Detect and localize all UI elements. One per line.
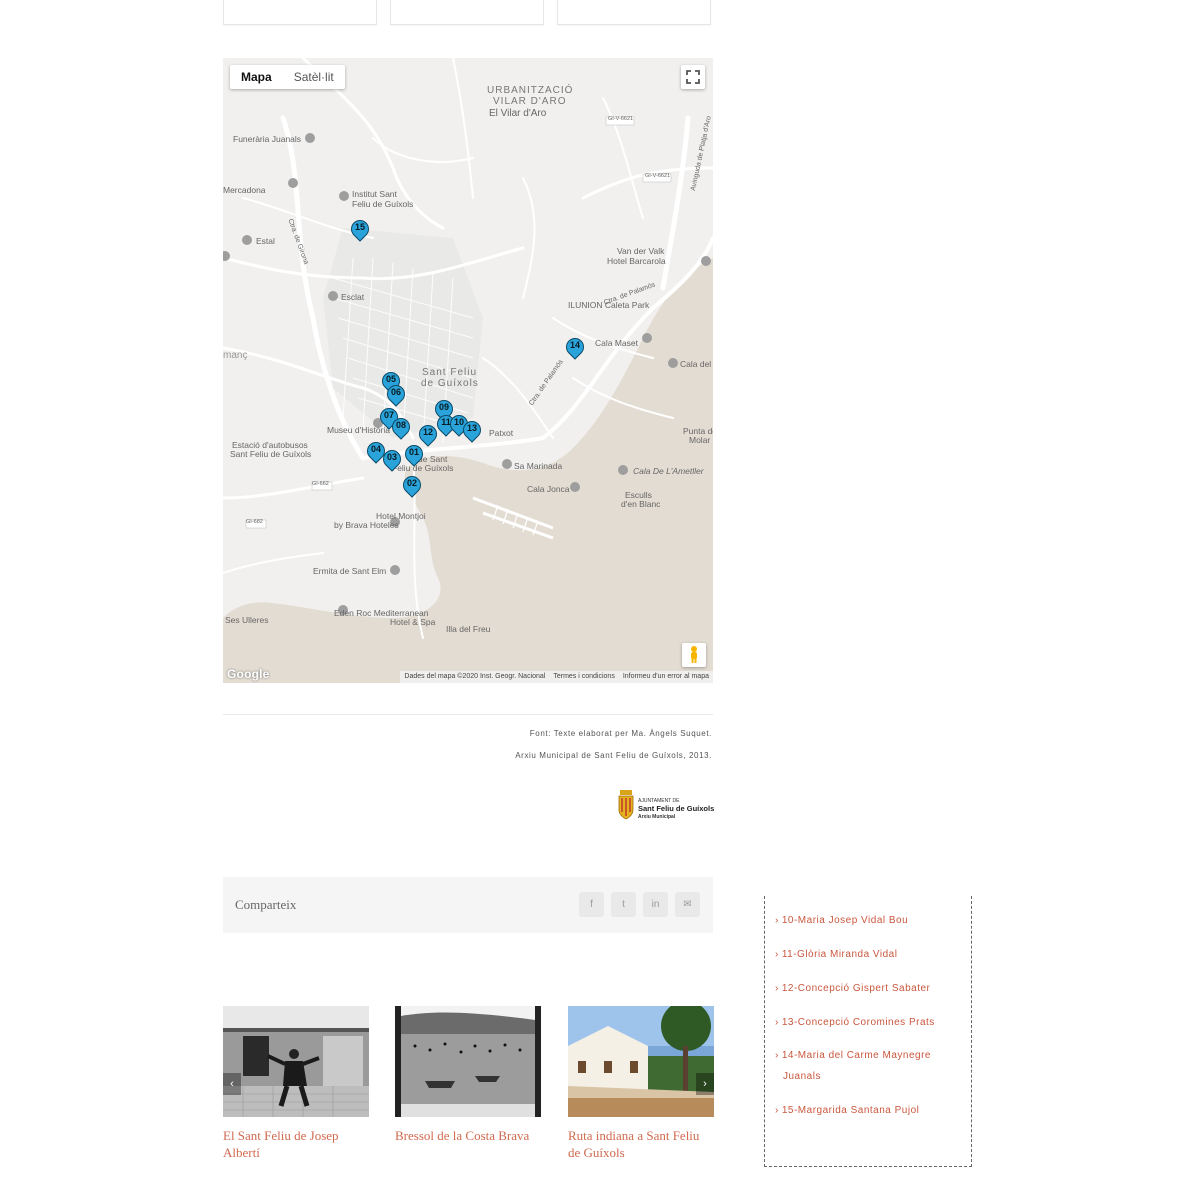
street-view-button[interactable] <box>682 643 706 667</box>
map-label: manç <box>223 350 248 361</box>
fullscreen-button[interactable] <box>681 65 705 89</box>
pegman-icon <box>691 646 697 663</box>
map-label: Ermita de Sant Elm <box>313 566 387 576</box>
map-label: VILAR D'ARO <box>493 96 567 107</box>
carousel-next-arrow[interactable]: › <box>696 1073 714 1095</box>
road-shield-label: GI-662 <box>312 481 329 487</box>
chevron-right-icon: › <box>775 949 779 960</box>
map-marker[interactable]: 03 <box>379 446 405 472</box>
source-text: Arxiu Municipal de Sant Feliu de Guíxols… <box>515 751 712 760</box>
top-card <box>223 0 377 25</box>
related-post-title[interactable]: Bressol de la Costa Brava <box>395 1127 541 1144</box>
photo-ruta-indiana <box>568 1006 714 1117</box>
facebook-icon[interactable]: f <box>579 892 604 917</box>
map-marker[interactable]: 01 <box>401 441 427 467</box>
logo-text: Sant Feliu de Guíxols <box>638 804 715 813</box>
map-marker[interactable]: 13 <box>459 417 485 443</box>
top-card <box>557 0 711 25</box>
related-post-title[interactable]: Ruta indiana a Sant Feliu de Guíxols <box>568 1127 714 1161</box>
related-post-image[interactable]: › <box>568 1006 714 1117</box>
map-marker[interactable]: 06 <box>383 381 409 407</box>
chevron-right-icon: › <box>775 915 779 926</box>
map-label: Sant Feliu <box>422 367 478 378</box>
map-marker[interactable]: 15 <box>347 216 373 242</box>
photo-costa-brava <box>395 1006 541 1117</box>
google-logo: Google <box>227 667 270 681</box>
map-marker[interactable]: 02 <box>399 472 425 498</box>
map-label: Hotel & Spa <box>390 617 436 627</box>
map-label: Sa Marinada <box>514 461 563 471</box>
sidebar-link[interactable]: › 12-Concepció Gispert Sabater <box>775 978 930 999</box>
share-bar: Comparteix f t in ✉ <box>223 877 713 933</box>
chevron-right-icon: › <box>775 1105 779 1116</box>
map-label: Sant Feliu de Guíxols <box>230 449 312 459</box>
map-marker[interactable]: 08 <box>388 414 414 440</box>
source-text: Font: Texte elaborat per Ma. Àngels Suqu… <box>529 729 712 738</box>
email-icon[interactable]: ✉ <box>675 892 700 917</box>
fullscreen-icon <box>686 70 700 84</box>
related-post-title[interactable]: El Sant Feliu de Josep Albertí <box>223 1127 363 1161</box>
sidebar-link[interactable]: › 10-Maria Josep Vidal Bou <box>775 910 908 931</box>
map-label: by Brava Hoteles <box>334 520 399 530</box>
road-shield-label: GI-682 <box>246 519 263 525</box>
map-label: Cala Maset <box>595 338 638 348</box>
map-label: Feliu de Guíxols <box>352 199 414 209</box>
map-label: Esclat <box>341 292 365 302</box>
photo-albertí <box>223 1006 369 1117</box>
map-label: Institut Sant <box>352 189 397 199</box>
map-marker[interactable]: 12 <box>415 421 441 447</box>
chevron-right-icon: › <box>775 1050 779 1061</box>
ajuntament-logo: AJUNTAMENT DE Sant Feliu de Guíxols Arxi… <box>618 788 715 822</box>
twitter-icon[interactable]: t <box>611 892 636 917</box>
map-data-credit: Dades del mapa ©2020 Inst. Geogr. Nacion… <box>404 673 546 680</box>
terms-link[interactable]: Termes i condicions <box>549 671 618 683</box>
map-label: Cala Jonca <box>527 484 570 494</box>
map-label: Van der Valk <box>617 246 665 256</box>
map[interactable]: URBANITZACIÓ VILAR D'ARO El Vilar d'Aro … <box>223 58 713 683</box>
map-label: Illa del Freu <box>446 624 491 634</box>
map-type-satellite-button[interactable]: Satèl·lit <box>283 65 345 89</box>
chevron-right-icon: › <box>775 983 779 994</box>
carousel-prev-arrow[interactable]: ‹ <box>223 1073 241 1095</box>
map-label: d'en Blanc <box>621 499 661 509</box>
map-attribution: Dades del mapa ©2020 Inst. Geogr. Nacion… <box>400 671 713 683</box>
map-label: Molar <box>689 435 711 445</box>
map-label: Funerària Juanals <box>233 134 302 144</box>
report-error-link[interactable]: Informeu d'un error al mapa <box>619 671 713 683</box>
map-label: Cala De L'Ametller <box>633 466 704 476</box>
divider <box>223 714 713 715</box>
related-post-image[interactable]: ‹ <box>223 1006 369 1117</box>
map-label: URBANITZACIÓ <box>487 85 574 96</box>
map-label: Ses Ulleres <box>225 615 269 625</box>
share-label: Comparteix <box>235 897 297 912</box>
map-label: Patxot <box>489 428 514 438</box>
road-shield-label: GI-V-6621 <box>645 173 671 179</box>
sidebar-link[interactable]: › 15-Margarida Santana Pujol <box>775 1100 919 1121</box>
map-label: de Guíxols <box>421 378 479 389</box>
sidebar-link[interactable]: › 14-Maria del Carme Maynegre Juanals <box>775 1045 931 1087</box>
sidebar-link[interactable]: › 11-Glòria Miranda Vidal <box>775 944 897 965</box>
map-marker[interactable]: 14 <box>562 334 588 360</box>
logo-text: Arxiu Municipal <box>638 814 676 820</box>
road-shield-label: GI-V-6621 <box>608 116 634 122</box>
sidebar-link[interactable]: › 13-Concepció Coromines Prats <box>775 1012 935 1033</box>
linkedin-icon[interactable]: in <box>643 892 668 917</box>
map-label: Hotel Barcarola <box>607 256 666 266</box>
map-label: Estal <box>256 236 275 246</box>
top-card <box>390 0 544 25</box>
map-label: El Vilar d'Aro <box>489 108 547 119</box>
map-label: Mercadona <box>223 185 266 195</box>
map-type-map-button[interactable]: Mapa <box>230 65 283 89</box>
chevron-right-icon: › <box>775 1017 779 1028</box>
map-label: Cala del <box>680 359 712 369</box>
map-type-control: Mapa Satèl·lit <box>230 65 345 89</box>
coat-of-arms-icon <box>618 790 634 820</box>
sidebar-widget: › 10-Maria Josep Vidal Bou › 11-Glòria Mir… <box>764 896 972 1167</box>
related-post-image[interactable] <box>395 1006 541 1117</box>
